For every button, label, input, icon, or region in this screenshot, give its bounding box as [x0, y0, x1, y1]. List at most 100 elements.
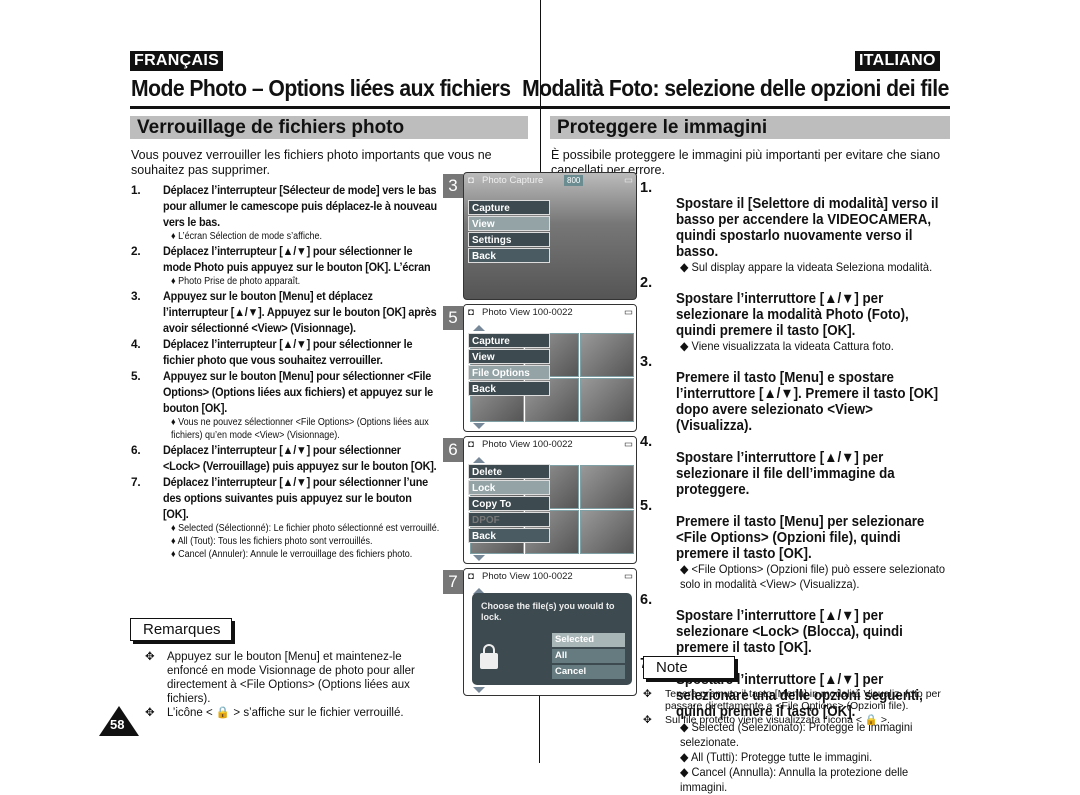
- step-text: Premere il tasto [Menu] per selezionare …: [676, 514, 925, 562]
- lock-dialog: Choose the file(s) you would to lock. Se…: [472, 593, 632, 685]
- step-text: Spostare l’interruttore [▲/▼] per selezi…: [676, 450, 895, 498]
- scroll-down-icon[interactable]: [473, 555, 485, 561]
- screen-header: ◘ Photo Capture 800 ▭: [464, 173, 636, 189]
- battery-icon: ▭: [624, 307, 633, 318]
- thumbnail[interactable]: [580, 465, 634, 509]
- menu-item-lock[interactable]: Lock: [468, 480, 550, 495]
- screen-number: 7: [443, 570, 463, 594]
- scroll-down-icon[interactable]: [473, 687, 485, 693]
- note-item: ✥ Tenere premuto il tasto [Menu] in modal…: [643, 688, 941, 712]
- camera-screen-capture: ◘ Photo Capture 800 ▭ Capture View Settin…: [463, 172, 637, 300]
- step-text: Spostare l’interruttore [▲/▼] per selezi…: [676, 608, 903, 656]
- notes-fr: ✥ Appuyez sur le bouton [Menu] et mainten…: [145, 650, 435, 720]
- step-subnote: ◆ Cancel (Annulla): Annulla la protezion…: [680, 765, 909, 794]
- step-number: 6.: [131, 443, 141, 457]
- page-title-it: Modalità Foto: selezione delle opzioni d…: [522, 75, 949, 101]
- step-text: Déplacez l’interrupteur [▲/▼] pour sélec…: [163, 337, 413, 367]
- thumbnail[interactable]: [580, 378, 634, 422]
- note-item: ✥ Appuyez sur le bouton [Menu] et mainten…: [145, 651, 415, 705]
- step-text: Appuyez sur le bouton [Menu] pour sélect…: [163, 369, 434, 415]
- menu-item-view[interactable]: View: [468, 216, 550, 231]
- thumbnail[interactable]: [580, 333, 634, 377]
- step-item: 1. Déplacez l’interrupteur [Sélecteur de …: [131, 182, 437, 230]
- center-divider-bottom: [539, 690, 540, 763]
- step-text: Déplacez l’interrupteur [▲/▼] pour sélec…: [163, 244, 431, 274]
- menu-item-delete[interactable]: Delete: [468, 464, 550, 479]
- scroll-up-icon[interactable]: [473, 457, 485, 463]
- step-item: 6. Spostare l’interruttore [▲/▼] per sele…: [640, 592, 960, 656]
- step-number: 4.: [640, 434, 653, 450]
- step-number: 4.: [131, 337, 141, 351]
- step-text: Spostare l’interruttore [▲/▼] per selezi…: [676, 291, 909, 339]
- camera-screen-lock-dialog: ◘ Photo View 100-0022 ▭ Choose the file(s…: [463, 568, 637, 696]
- bullet-icon: ✥: [145, 651, 155, 663]
- bullet-icon: ✥: [145, 707, 155, 719]
- screen-header: ◘ Photo View 100-0022 ▭: [464, 569, 636, 585]
- menu-item-back[interactable]: Back: [468, 248, 550, 263]
- thumbnail[interactable]: [580, 510, 634, 554]
- step-item: 6. Déplacez l’interrupteur [▲/▼] pour sél…: [131, 442, 437, 474]
- menu-item-back[interactable]: Back: [468, 381, 550, 396]
- step-item: 5. Premere il tasto [Menu] per selezionar…: [640, 498, 960, 562]
- note-item: ✥ Sul file protetto viene visualizzata l’…: [643, 714, 890, 726]
- menu-item-file-options[interactable]: File Options: [468, 365, 550, 380]
- title-rule-it: [540, 106, 950, 109]
- title-rule-fr: [130, 106, 540, 109]
- step-number: 3.: [131, 289, 141, 303]
- option-cancel[interactable]: Cancel: [552, 665, 625, 679]
- section-heading-fr: Verrouillage de fichiers photo: [130, 116, 528, 139]
- camera-screen-file-options: ◘ Photo View 100-0022 ▭ Delete Lock Copy …: [463, 436, 637, 564]
- step-number: 5.: [640, 498, 653, 514]
- notes-title-fr: Remarques: [130, 618, 232, 641]
- menu-item-view[interactable]: View: [468, 349, 550, 364]
- step-number: 6.: [640, 592, 653, 608]
- step-number: 2.: [640, 275, 653, 291]
- camera-icon: ◘: [468, 175, 474, 186]
- notes-title-it: Note: [643, 656, 735, 679]
- step-item: 3. Premere il tasto [Menu] e spostare l’i…: [640, 354, 960, 434]
- step-number: 1.: [131, 183, 141, 197]
- step-item: 4. Spostare l’interruttore [▲/▼] per sele…: [640, 434, 960, 498]
- step-text: Déplacez l’interrupteur [▲/▼] pour sélec…: [163, 475, 429, 521]
- step-text: Déplacez l’interrupteur [▲/▼] pour sélec…: [163, 443, 437, 473]
- step-text: Premere il tasto [Menu] e spostare l’int…: [676, 370, 939, 434]
- step-text: Appuyez sur le bouton [Menu] et déplacez…: [163, 289, 437, 335]
- step-text: Spostare il [Selettore di modalità] vers…: [676, 196, 939, 260]
- bullet-icon: ✥: [643, 714, 652, 726]
- step-subnote: ◆ <File Options> (Opzioni file) può esse…: [680, 562, 946, 591]
- menu-item-capture[interactable]: Capture: [468, 200, 550, 215]
- step-item: 2. Spostare l’interruttore [▲/▼] per sele…: [640, 275, 960, 339]
- step-item: 1. Spostare il [Selettore di modalità] ve…: [640, 180, 960, 260]
- screen-number: 6: [443, 438, 463, 462]
- scroll-down-icon[interactable]: [473, 423, 485, 429]
- step-subnote: ◆ Viene visualizzata la videata Cattura …: [680, 339, 894, 353]
- note-item: ✥ L’icône < 🔒 > s’affiche sur le fichier …: [145, 707, 404, 719]
- step-number: 3.: [640, 354, 653, 370]
- bullet-icon: ✥: [643, 688, 652, 700]
- option-all[interactable]: All: [552, 649, 625, 663]
- screen-number: 5: [443, 306, 463, 330]
- menu-item-dpof: DPOF: [468, 512, 550, 527]
- step-subnote: ♦ Vous ne pouvez sélectionner <File Opti…: [171, 417, 429, 441]
- notes-it: ✥ Tenere premuto il tasto [Menu] in modal…: [643, 688, 953, 726]
- page-title-fr: Mode Photo – Options liées aux fichiers: [131, 75, 511, 101]
- step-item: 2. Déplacez l’interrupteur [▲/▼] pour sél…: [131, 243, 431, 275]
- step-subnote: ♦ Selected (Sélectionné): Le fichier pho…: [171, 523, 440, 534]
- screen-header: ◘ Photo View 100-0022 ▭: [464, 305, 636, 321]
- section-heading-it: Proteggere le immagini: [550, 116, 950, 139]
- step-number: 5.: [131, 369, 141, 383]
- menu-item-settings[interactable]: Settings: [468, 232, 550, 247]
- menu-item-copy-to[interactable]: Copy To: [468, 496, 550, 511]
- step-subnote: ♦ L’écran Sélection de mode s’affiche.: [171, 231, 323, 242]
- steps-fr: 1. Déplacez l’interrupteur [Sélecteur de …: [131, 182, 439, 561]
- menu-item-capture[interactable]: Capture: [468, 333, 550, 348]
- scroll-up-icon[interactable]: [473, 325, 485, 331]
- option-selected[interactable]: Selected: [552, 633, 625, 647]
- step-subnote: ♦ All (Tout): Tous les fichiers photo so…: [171, 536, 373, 547]
- camera-icon: ◘: [468, 571, 474, 582]
- step-item: 4. Déplacez l’interrupteur [▲/▼] pour sél…: [131, 336, 431, 368]
- menu-item-back[interactable]: Back: [468, 528, 550, 543]
- camera-icon: ◘: [468, 439, 474, 450]
- resolution-badge: 800: [564, 175, 584, 186]
- step-number: 1.: [640, 180, 653, 196]
